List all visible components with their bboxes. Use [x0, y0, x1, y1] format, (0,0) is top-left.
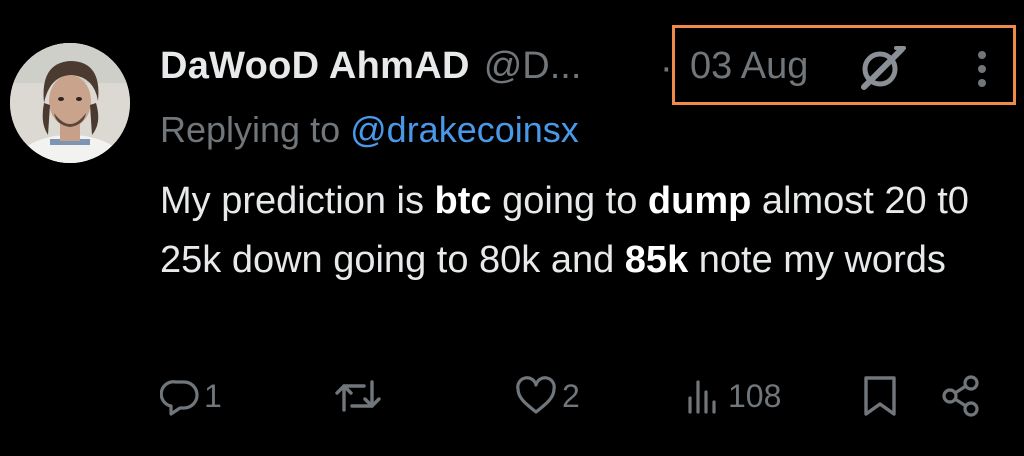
retweet-button[interactable] — [334, 370, 386, 422]
tweet-text-bold: dump — [647, 180, 752, 222]
share-button[interactable] — [940, 370, 982, 422]
replying-to-prefix: Replying to — [160, 109, 341, 150]
tweet-date[interactable]: 03 Aug — [690, 44, 808, 88]
reply-button[interactable]: 1 — [160, 370, 222, 422]
reply-icon — [160, 380, 199, 416]
action-bar: 1 2 108 — [0, 370, 1024, 422]
tweet-text: My prediction is btc going to dump almos… — [160, 172, 1010, 290]
tweet-text-bold: btc — [434, 180, 492, 222]
reply-count: 1 — [204, 377, 222, 414]
like-count: 2 — [562, 377, 580, 414]
tweet-text-part: My prediction is — [160, 180, 435, 222]
grok-icon[interactable] — [856, 44, 908, 90]
replying-to-handle[interactable]: @drakecoinsx — [350, 109, 579, 150]
header-separator: · — [660, 47, 673, 89]
tweet-text-part: going to — [491, 180, 648, 222]
retweet-icon — [335, 380, 381, 412]
heart-icon — [516, 376, 556, 414]
author-display-name[interactable]: DaWooD AhmAD — [160, 45, 470, 88]
more-vertical-icon[interactable] — [970, 48, 994, 90]
like-button[interactable]: 2 — [514, 370, 580, 422]
tweet-text-bold: 85k — [624, 239, 689, 281]
view-count: 108 — [728, 377, 782, 414]
author-handle[interactable]: @D... — [484, 45, 582, 88]
views-button[interactable]: 108 — [684, 370, 781, 422]
tweet-text-part: note my words — [688, 239, 946, 281]
avatar[interactable] — [10, 43, 130, 163]
tweet-header: DaWooD AhmAD @D... — [160, 38, 581, 94]
tweet[interactable]: DaWooD AhmAD @D... · 03 Aug Replying to … — [0, 0, 1024, 456]
bookmark-button[interactable] — [860, 370, 900, 422]
views-icon — [688, 380, 716, 414]
profile-photo-icon — [10, 43, 130, 163]
bookmark-icon — [864, 376, 896, 416]
share-icon — [942, 375, 979, 417]
replying-to: Replying to @drakecoinsx — [160, 108, 579, 152]
